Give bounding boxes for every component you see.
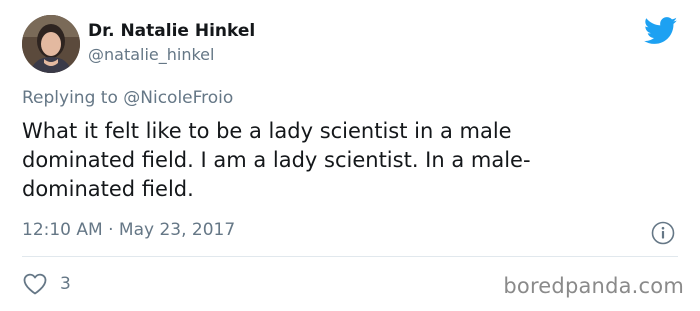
like-count: 3 xyxy=(60,274,71,294)
info-icon[interactable] xyxy=(651,221,675,245)
reply-mention-link[interactable]: @NicoleFroio xyxy=(123,88,233,108)
divider xyxy=(22,256,678,257)
tweet-text: What it felt like to be a lady scientist… xyxy=(22,119,531,201)
boredpanda-watermark: boredpanda.com xyxy=(503,274,684,298)
author-display-name[interactable]: Dr. Natalie Hinkel xyxy=(88,21,255,41)
replying-to-label: Replying to xyxy=(22,88,124,108)
tweet-timestamp[interactable]: 12:10 AM · May 23, 2017 xyxy=(22,220,235,240)
avatar-photo xyxy=(22,15,80,73)
like-button[interactable]: 3 xyxy=(22,272,71,296)
tweet-card: Dr. Natalie Hinkel @natalie_hinkel Reply… xyxy=(0,0,700,311)
author-handle[interactable]: @natalie_hinkel xyxy=(88,45,214,64)
twitter-bird-icon[interactable] xyxy=(644,17,678,45)
avatar[interactable] xyxy=(22,15,80,73)
replying-to-line: Replying to @NicoleFroio xyxy=(22,88,233,108)
heart-icon xyxy=(23,273,47,295)
